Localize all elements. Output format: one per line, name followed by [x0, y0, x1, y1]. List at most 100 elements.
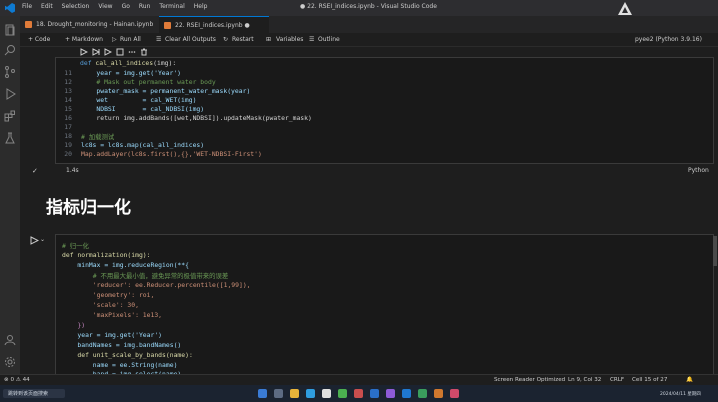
kernel-selector[interactable]: pyee2 (Python 3.9.16): [635, 36, 702, 43]
line-number: 18: [64, 132, 72, 140]
line-number: 13: [64, 87, 72, 95]
screen-reader-status[interactable]: Screen Reader Optimized: [494, 377, 565, 383]
watermark-logo: [618, 1, 714, 16]
menu-file[interactable]: File: [22, 3, 32, 10]
menu-view[interactable]: View: [98, 3, 112, 10]
code-cell-2[interactable]: # 归一化 def normalization(img): minMax = i…: [55, 234, 714, 375]
account-icon[interactable]: [4, 334, 16, 346]
line-number: 14: [64, 96, 72, 104]
problems-indicator[interactable]: ⊗ 0 ⚠ 44: [4, 377, 30, 383]
code-line: minMax = img.reduceRegion(**{: [62, 261, 189, 269]
clear-outputs-icon[interactable]: ☰: [156, 36, 161, 43]
line-number: 19: [64, 141, 72, 149]
outline-icon[interactable]: ☰: [309, 36, 314, 43]
cell-position[interactable]: Cell 15 of 27: [632, 377, 667, 383]
outline-button[interactable]: Outline: [318, 36, 340, 43]
markdown-heading: 指标归一化: [46, 198, 131, 218]
extensions-icon[interactable]: [4, 110, 16, 122]
run-all-icon[interactable]: ▷: [112, 36, 117, 43]
code-cell-1[interactable]: def cal_all_indices(img): 11 year = img.…: [55, 57, 714, 164]
code-line: # 不用最大最小值，避免异常的极值带来的误差: [62, 272, 229, 280]
menu-edit[interactable]: Edit: [41, 3, 53, 10]
cell-language[interactable]: Python: [688, 167, 709, 174]
code-line: 'reducer': ee.Reducer.percentile([1,99])…: [62, 281, 251, 289]
eol-status[interactable]: CRLF: [610, 377, 624, 383]
variables-icon[interactable]: ⊞: [266, 36, 271, 43]
windows-start-icon[interactable]: [258, 389, 267, 398]
split-cell-icon[interactable]: [116, 48, 124, 56]
app-icon[interactable]: [370, 389, 379, 398]
add-markdown-button[interactable]: + Markdown: [65, 36, 103, 43]
restart-button[interactable]: Restart: [232, 36, 254, 43]
cell-toolbar: [80, 46, 320, 57]
menu-go[interactable]: Go: [122, 3, 130, 10]
more-actions-icon[interactable]: [128, 48, 136, 56]
menu-terminal[interactable]: Terminal: [159, 3, 184, 10]
run-debug-icon[interactable]: [4, 88, 16, 100]
notifications-bell-icon[interactable]: 🔔: [686, 377, 693, 383]
notebook-file-icon: [164, 22, 171, 29]
run-options-chevron-icon[interactable]: ⌄: [40, 236, 45, 243]
testing-icon[interactable]: [4, 132, 16, 144]
edge-browser-icon[interactable]: [306, 389, 315, 398]
tab-label: 22. RSEI_indices.ipynb ●: [175, 22, 250, 29]
code-line: 'maxPixels': 1e13,: [62, 311, 163, 319]
code-line: pwater_mask = permanent_water_mask(year): [81, 87, 251, 95]
run-cell-icon[interactable]: [30, 236, 39, 245]
source-control-icon[interactable]: [4, 66, 16, 78]
app-icon[interactable]: [450, 389, 459, 398]
code-line: # 加载测试: [81, 133, 115, 141]
execution-time: 1.4s: [66, 167, 79, 174]
code-line: 'geometry': roi,: [62, 291, 155, 299]
file-explorer-icon[interactable]: [290, 389, 299, 398]
code-line: # 归一化: [62, 242, 89, 250]
editor-tabs: 18. Drought_monitoring - Hainan.ipynb 22…: [20, 16, 718, 33]
settings-gear-icon[interactable]: [4, 356, 16, 368]
line-number: 15: [64, 105, 72, 113]
code-line: lc8s = lc8s.map(cal_all_indices): [81, 141, 205, 149]
menu-selection[interactable]: Selection: [62, 3, 90, 10]
menu-run[interactable]: Run: [139, 3, 151, 10]
scrollbar-thumb[interactable]: [713, 236, 717, 266]
code-line: return img.addBands([wet,NDBSI]).updateM…: [81, 114, 312, 122]
tab-drought-monitoring[interactable]: 18. Drought_monitoring - Hainan.ipynb: [20, 16, 158, 33]
code-line: year = img.get('Year'): [62, 331, 163, 339]
code-line: def normalization(img):: [62, 251, 151, 259]
execute-above-icon[interactable]: [92, 48, 100, 56]
line-number: 20: [64, 150, 72, 158]
code-line: wet = cal_WET(img): [81, 96, 197, 104]
run-all-button[interactable]: Run All: [120, 36, 141, 43]
code-line: year = img.get('Year'): [81, 69, 182, 77]
add-code-button[interactable]: + Code: [28, 36, 50, 43]
vscode-taskbar-icon[interactable]: [402, 389, 411, 398]
menu-bar: File Edit Selection View Go Run Terminal…: [22, 3, 207, 10]
line-number: 12: [64, 78, 72, 86]
window-title: ● 22. RSEI_indices.ipynb - Visual Studio…: [300, 3, 437, 10]
execute-below-icon[interactable]: [104, 48, 112, 56]
app-icon[interactable]: [354, 389, 363, 398]
app-icon[interactable]: [386, 389, 395, 398]
run-by-line-icon[interactable]: [80, 48, 88, 56]
code-line: }): [62, 321, 86, 329]
delete-cell-icon[interactable]: [140, 48, 148, 56]
clear-outputs-button[interactable]: Clear All Outputs: [165, 36, 216, 43]
taskbar-search-text: 跳转到该页面搜索: [8, 391, 49, 397]
search-icon[interactable]: [4, 44, 16, 56]
restart-icon[interactable]: ↻: [223, 36, 228, 43]
chrome-browser-icon[interactable]: [322, 389, 331, 398]
tab-rsei-indices[interactable]: 22. RSEI_indices.ipynb ●: [159, 16, 269, 33]
code-line: NDBSI = cal_NDBSI(img): [81, 105, 205, 113]
wechat-icon[interactable]: [338, 389, 347, 398]
taskbar-search-icon[interactable]: [274, 389, 283, 398]
notebook-file-icon: [25, 21, 32, 28]
app-icon[interactable]: [418, 389, 427, 398]
cursor-position[interactable]: Ln 9, Col 32: [568, 377, 601, 383]
title-bar: File Edit Selection View Go Run Terminal…: [0, 0, 718, 16]
taskbar-clock[interactable]: 2024/04/11 星期四: [660, 391, 701, 397]
explorer-icon[interactable]: [4, 24, 16, 36]
code-line: Map.addLayer(lc8s.first(),{},'WET-NDBSI-…: [81, 150, 262, 158]
app-icon[interactable]: [434, 389, 443, 398]
variables-button[interactable]: Variables: [276, 36, 303, 43]
menu-help[interactable]: Help: [194, 3, 208, 10]
activity-bar: [0, 16, 20, 374]
